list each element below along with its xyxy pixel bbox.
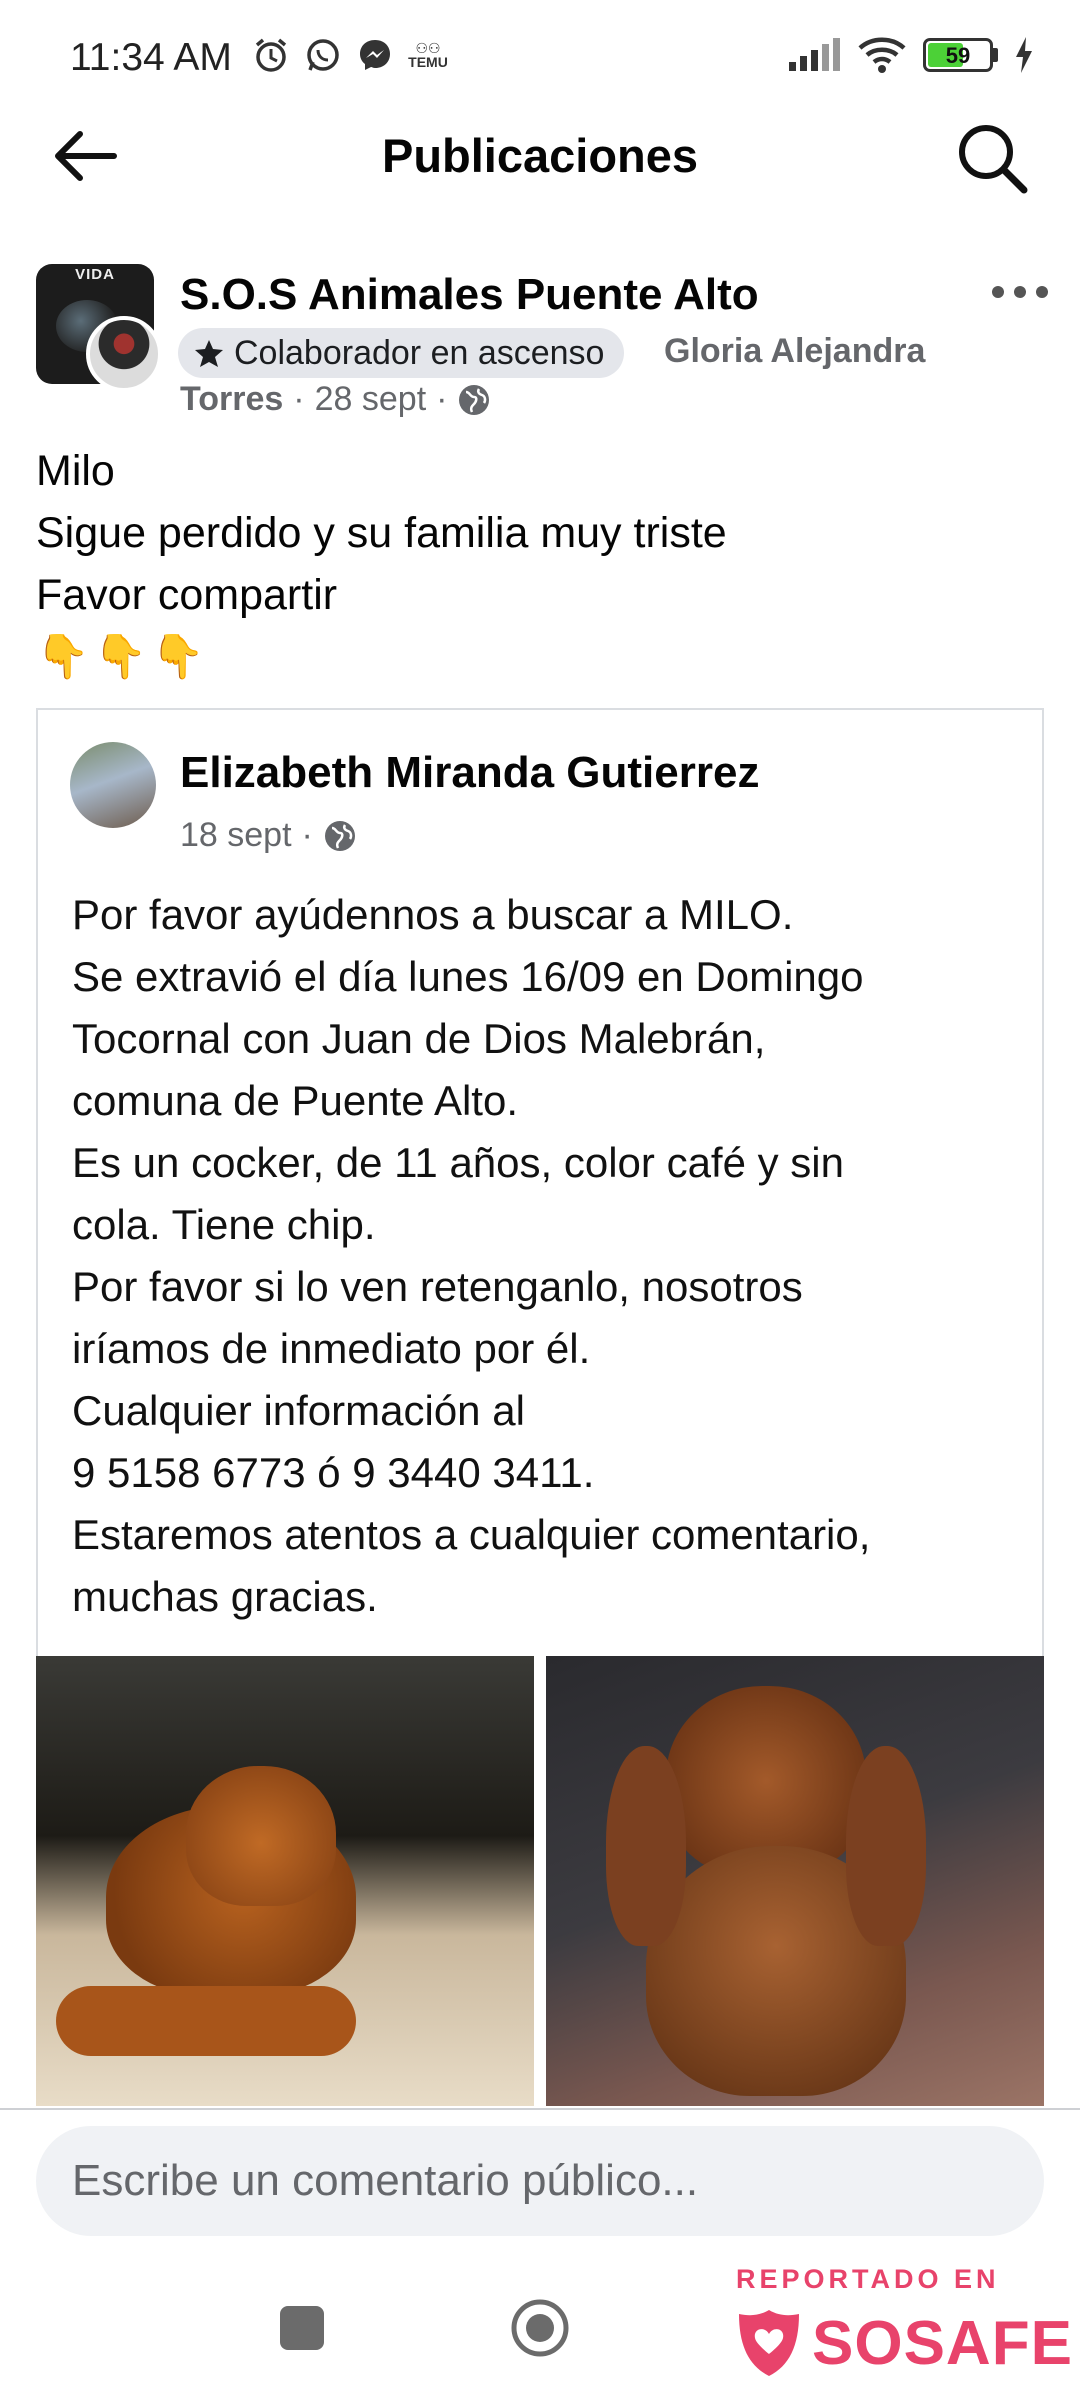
- badge-label: Colaborador en ascenso: [234, 333, 605, 372]
- battery-icon: 59: [923, 38, 998, 72]
- watermark-brand: SOSAFE: [812, 2308, 1073, 2378]
- watermark-caption: REPORTADO EN: [736, 2264, 1000, 2294]
- shared-author-avatar[interactable]: [70, 742, 156, 828]
- shared-line: Cualquier información al: [72, 1387, 525, 1434]
- home-button[interactable]: [510, 2298, 570, 2358]
- shared-line: muchas gracias.: [72, 1573, 378, 1620]
- post-line: Milo: [36, 447, 115, 495]
- shared-post-body: Por favor ayúdennos a buscar a MILO. Se …: [72, 884, 870, 1628]
- recents-button[interactable]: [280, 2306, 324, 2350]
- home-circle-icon: [511, 2299, 569, 2357]
- pointing-down-icon: 👇: [36, 633, 90, 681]
- post-line: Sigue perdido y su familia muy triste: [36, 509, 727, 557]
- whatsapp-icon: [307, 39, 339, 71]
- contributor-badge[interactable]: Colaborador en ascenso: [178, 328, 625, 378]
- post-line: Favor compartir: [36, 571, 338, 619]
- status-notification-icons: ⚇⚇ TEMU: [252, 36, 448, 74]
- status-system-icons: 59: [787, 36, 1034, 74]
- search-button[interactable]: [952, 118, 1032, 198]
- group-avatar-caption: VIDA: [75, 266, 115, 283]
- shared-line: cola. Tiene chip.: [72, 1201, 376, 1248]
- post-body: Milo Sigue perdido y su familia muy tris…: [36, 440, 727, 688]
- temu-icon: ⚇⚇ TEMU: [408, 40, 448, 70]
- search-icon: [959, 125, 1028, 194]
- shared-line: Es un cocker, de 11 años, color café y s…: [72, 1139, 844, 1186]
- status-time: 11:34 AM: [70, 36, 232, 79]
- shared-line: Tocornal con Juan de Dios Malebrán,: [72, 1015, 766, 1062]
- dog-photo-1[interactable]: [36, 1656, 534, 2106]
- post-meta: Torres · 28 sept ·: [180, 380, 491, 419]
- alarm-icon: [255, 38, 287, 72]
- shared-line: 9 5158 6773 ó 9 3440 3411.: [72, 1449, 595, 1496]
- author-name-continued[interactable]: Torres: [180, 380, 283, 419]
- pointing-down-emojis: 👇 👇 👇: [36, 626, 727, 688]
- shared-author-name[interactable]: Elizabeth Miranda Gutierrez: [180, 748, 759, 798]
- messenger-icon: [360, 40, 390, 70]
- star-icon: [195, 340, 223, 367]
- comment-divider: [0, 2108, 1080, 2110]
- more-options-button[interactable]: [990, 268, 1050, 310]
- shared-post-meta: 18 sept ·: [180, 816, 357, 855]
- shared-line: iríamos de inmediato por él.: [72, 1325, 591, 1372]
- globe-icon: [459, 384, 490, 415]
- author-avatar[interactable]: [86, 316, 162, 392]
- pointing-down-icon: 👇: [151, 633, 205, 681]
- dog-photo-2[interactable]: [546, 1656, 1044, 2106]
- comment-input[interactable]: Escribe un comentario público...: [36, 2126, 1044, 2236]
- battery-percent: 59: [945, 43, 971, 68]
- shared-line: Estaremos atentos a cualquier comentario…: [72, 1511, 871, 1558]
- shared-line: Por favor ayúdennos a buscar a MILO.: [72, 891, 794, 938]
- pointing-down-icon: 👇: [93, 633, 148, 681]
- sosafe-watermark: SOSAFE: [734, 2306, 1073, 2380]
- signal-icon: [789, 38, 840, 71]
- globe-icon: [324, 820, 355, 851]
- sosafe-shield-icon: [739, 2310, 799, 2376]
- shared-line: comuna de Puente Alto.: [72, 1077, 518, 1124]
- shared-line: Por favor si lo ven retenganlo, nosotros: [72, 1263, 803, 1310]
- charging-icon: [1016, 37, 1032, 73]
- wifi-icon: [858, 37, 906, 73]
- more-dots-icon: [992, 286, 1048, 298]
- shared-line: Se extravió el día lunes 16/09 en Doming…: [72, 953, 864, 1000]
- comment-placeholder: Escribe un comentario público...: [72, 2156, 699, 2205]
- page-title: Publicaciones: [381, 129, 699, 182]
- post-date[interactable]: 28 sept: [315, 380, 427, 419]
- shared-post-date[interactable]: 18 sept: [180, 816, 292, 855]
- group-name[interactable]: S.O.S Animales Puente Alto: [180, 270, 759, 320]
- author-name[interactable]: Gloria Alejandra: [664, 332, 925, 371]
